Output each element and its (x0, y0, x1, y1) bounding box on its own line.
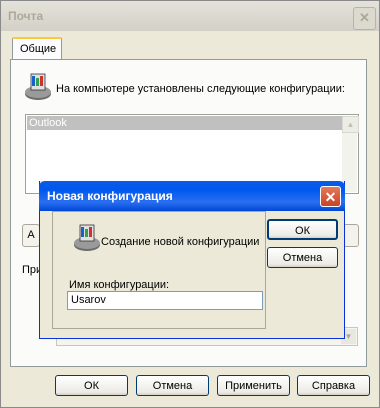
mail-window-title: Почта (8, 9, 44, 23)
help-button[interactable]: Справка (297, 375, 370, 396)
dialog-body: Создание новой конфигурации Имя конфигур… (44, 211, 340, 334)
dialog-title: Новая конфигурация (47, 189, 173, 203)
dialog-ok-button[interactable]: ОК (267, 219, 338, 240)
list-item[interactable]: Outlook (27, 116, 342, 130)
new-configuration-dialog: Новая конфигурация ✕ Создание новой конф… (39, 181, 345, 339)
copy-button-partial[interactable] (343, 224, 359, 247)
dialog-description: Создание новой конфигурации (101, 236, 260, 248)
add-button-partial[interactable]: А (22, 224, 40, 247)
configuration-name-label: Имя конфигурации: (69, 279, 170, 291)
configurations-label: На компьютере установлены следующие конф… (56, 83, 345, 95)
mail-config-icon (74, 224, 100, 251)
cancel-button[interactable]: Отмена (136, 375, 209, 396)
apply-button[interactable]: Применить (217, 375, 290, 396)
dialog-cancel-button[interactable]: Отмена (267, 247, 338, 268)
ok-button[interactable]: ОК (55, 375, 128, 396)
mail-window-titlebar: Почта ✕ (1, 1, 379, 31)
dialog-group-frame: Создание новой конфигурации Имя конфигур… (52, 211, 266, 329)
dialog-titlebar: Новая конфигурация ✕ (39, 181, 345, 211)
configuration-name-input[interactable]: Usarov (67, 291, 263, 310)
scroll-up-icon[interactable]: ▲ (342, 116, 359, 133)
mail-config-icon (25, 73, 51, 100)
tab-general-label: Общие (20, 43, 57, 55)
close-icon[interactable]: ✕ (320, 186, 341, 207)
tab-general[interactable]: Общие (12, 37, 62, 60)
close-icon[interactable]: ✕ (353, 7, 376, 30)
